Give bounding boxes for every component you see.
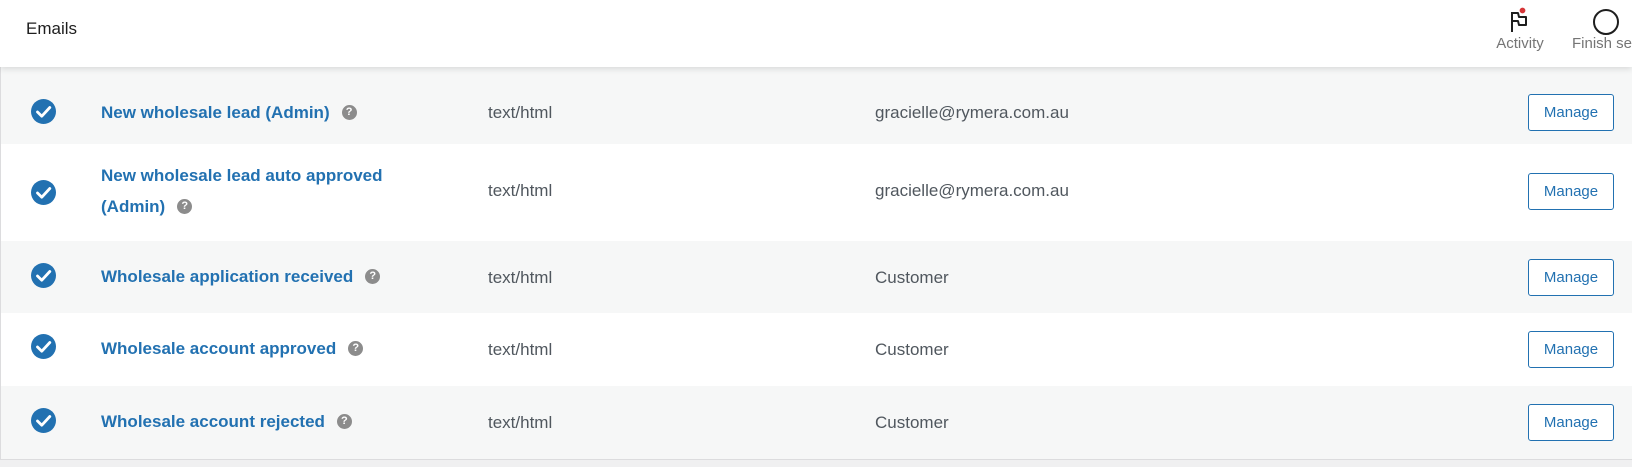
email-name: New wholesale lead auto approved (Admin) (101, 166, 383, 216)
emails-table: New wholesale lead (Admin)? text/html gr… (0, 67, 1632, 460)
recipient: Customer (875, 413, 949, 432)
manage-button[interactable]: Manage (1528, 94, 1614, 131)
activity-label: Activity (1496, 35, 1544, 52)
content-type: text/html (488, 268, 553, 287)
content-type: text/html (488, 413, 553, 432)
table-row: Wholesale account rejected? text/html Cu… (1, 386, 1632, 459)
email-name-link[interactable]: New wholesale lead (Admin)? (101, 97, 421, 128)
question-icon[interactable]: ? (341, 105, 357, 121)
email-name: Wholesale account approved (101, 339, 337, 358)
notification-dot (1518, 6, 1527, 15)
manage-button[interactable]: Manage (1528, 404, 1614, 441)
finish-setup-label: Finish se (1572, 35, 1632, 52)
finish-setup-button[interactable]: Finish se (1572, 2, 1632, 52)
table-row: New wholesale lead (Admin)? text/html gr… (1, 67, 1632, 144)
content-type: text/html (488, 103, 553, 122)
recipient: gracielle@rymera.com.au (875, 181, 1069, 200)
question-icon[interactable]: ? (336, 414, 352, 430)
manage-button[interactable]: Manage (1528, 259, 1614, 296)
table-row: New wholesale lead auto approved (Admin)… (1, 144, 1632, 241)
recipient: Customer (875, 268, 949, 287)
check-circle-icon (31, 408, 56, 433)
email-name-link[interactable]: Wholesale account rejected? (101, 406, 421, 437)
recipient: gracielle@rymera.com.au (875, 103, 1069, 122)
table-row: Wholesale application received? text/htm… (1, 241, 1632, 313)
check-circle-icon (31, 99, 56, 124)
top-header: Emails Activity Finish se (0, 0, 1632, 67)
check-circle-icon (31, 180, 56, 205)
circle-progress-icon (1593, 9, 1619, 35)
check-circle-icon (31, 263, 56, 288)
email-name-link[interactable]: Wholesale account approved? (101, 333, 421, 364)
question-icon[interactable]: ? (365, 269, 381, 285)
question-icon[interactable]: ? (348, 341, 364, 357)
activity-button[interactable]: Activity (1490, 2, 1550, 52)
email-name: Wholesale account rejected (101, 412, 325, 431)
question-icon[interactable]: ? (177, 199, 193, 215)
page-title: Emails (26, 19, 78, 38)
content-type: text/html (488, 340, 553, 359)
email-name-link[interactable]: New wholesale lead auto approved (Admin)… (101, 160, 421, 222)
email-name: Wholesale application received (101, 267, 354, 286)
content-type: text/html (488, 181, 553, 200)
email-name: New wholesale lead (Admin) (101, 103, 330, 122)
email-name-link[interactable]: Wholesale application received? (101, 261, 421, 292)
manage-button[interactable]: Manage (1528, 331, 1614, 368)
manage-button[interactable]: Manage (1528, 173, 1614, 210)
recipient: Customer (875, 340, 949, 359)
flag-icon (1511, 6, 1527, 32)
check-circle-icon (31, 334, 56, 359)
table-row: Wholesale account approved? text/html Cu… (1, 313, 1632, 386)
